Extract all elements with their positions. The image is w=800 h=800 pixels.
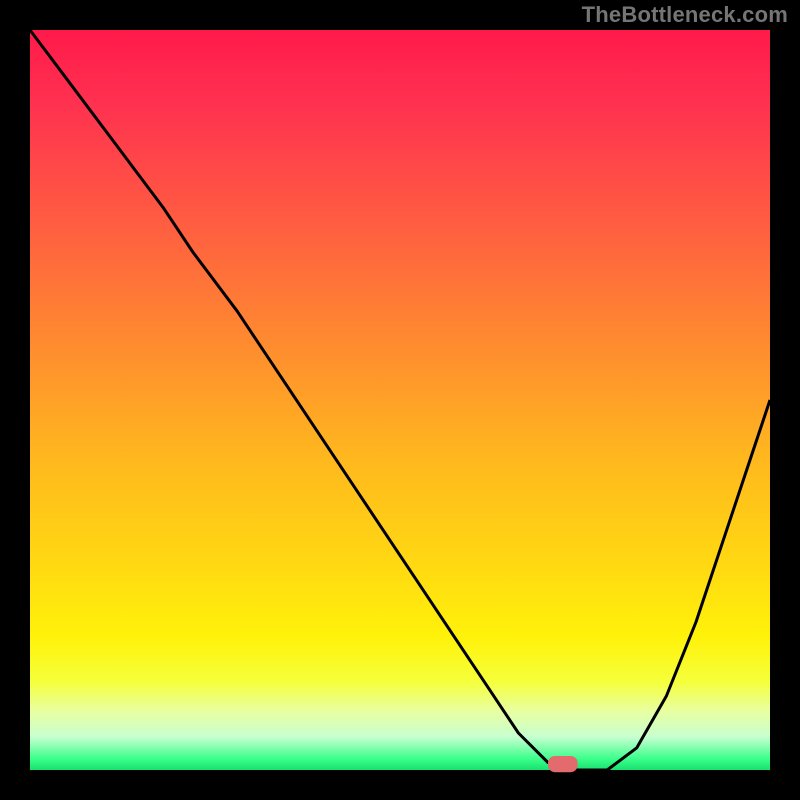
chart-frame: TheBottleneck.com	[0, 0, 800, 800]
bottleneck-chart	[0, 0, 800, 800]
plot-background	[30, 30, 770, 770]
optimum-marker	[548, 756, 578, 772]
